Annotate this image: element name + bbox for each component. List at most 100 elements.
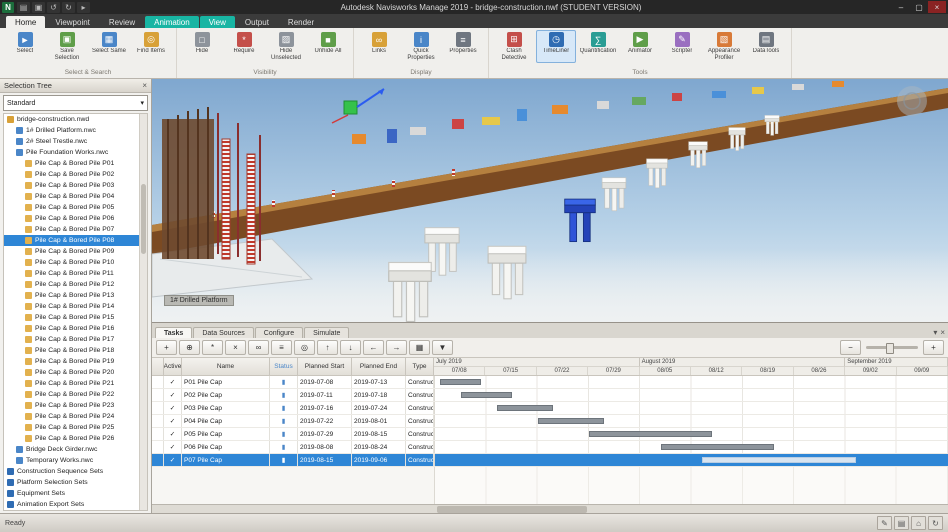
close-button[interactable]: × — [928, 1, 946, 13]
gantt-bar[interactable] — [538, 418, 605, 424]
tree-item[interactable]: Pile Foundation Works.nwc — [4, 147, 147, 158]
column-header-planned-start[interactable]: Planned Start — [298, 358, 352, 375]
tree-item[interactable]: Pile Cap & Bored Pile P07 — [4, 224, 147, 235]
column-header-name[interactable]: Name — [182, 358, 270, 375]
tree-item[interactable]: Platform Selection Sets — [4, 477, 147, 488]
task-row[interactable]: ✓ P02 Pile Cap ▮ 2019-07-11 2019-07-18 C… — [152, 389, 948, 402]
timeliner-tab[interactable]: Configure — [255, 327, 303, 338]
tree-item[interactable]: Pile Cap & Bored Pile P01 — [4, 158, 147, 169]
column-header-type[interactable]: Type — [406, 358, 434, 375]
tree-item[interactable]: Pile Cap & Bored Pile P08 — [4, 235, 147, 246]
zoom-in-button[interactable]: + — [923, 340, 944, 355]
quick-access-button[interactable]: ▤ — [17, 2, 30, 13]
task-row[interactable]: ✓ P05 Pile Cap ▮ 2019-07-29 2019-08-15 C… — [152, 428, 948, 441]
ribbon-button[interactable]: ▣ Save Selection — [47, 30, 87, 63]
gantt-bar[interactable] — [702, 457, 856, 463]
task-active-checkbox[interactable]: ✓ — [164, 441, 182, 453]
ribbon-button[interactable]: ◎ Find Items — [131, 30, 171, 63]
minimize-button[interactable]: – — [892, 1, 910, 13]
task-active-checkbox[interactable]: ✓ — [164, 454, 182, 466]
ribbon-button[interactable]: ≡ Properties — [443, 30, 483, 63]
tree-item[interactable]: Pile Cap & Bored Pile P13 — [4, 290, 147, 301]
ribbon-tab[interactable]: View — [200, 16, 235, 28]
ribbon-button[interactable]: ∞ Links — [359, 30, 399, 63]
quick-access-button[interactable]: ↺ — [47, 2, 60, 13]
quick-access-button[interactable]: ↻ — [62, 2, 75, 13]
quick-access-button[interactable]: ▣ — [32, 2, 45, 13]
tree-item[interactable]: Pile Cap & Bored Pile P12 — [4, 279, 147, 290]
ribbon-button[interactable]: i Quick Properties — [401, 30, 441, 63]
tree-item[interactable]: 2# Steel Trestle.nwc — [4, 136, 147, 147]
tree-item[interactable]: Pile Cap & Bored Pile P24 — [4, 411, 147, 422]
task-row[interactable]: ✓ P04 Pile Cap ▮ 2019-07-22 2019-08-01 C… — [152, 415, 948, 428]
task-row[interactable]: ✓ P07 Pile Cap ▮ 2019-08-15 2019-09-06 C… — [152, 454, 948, 467]
ribbon-tab[interactable]: Output — [236, 16, 278, 28]
ribbon-tab[interactable]: Render — [279, 16, 323, 28]
zoom-out-button[interactable]: − — [840, 340, 861, 355]
tree-item[interactable]: Pile Cap & Bored Pile P22 — [4, 389, 147, 400]
tree-item[interactable]: bridge-construction.nwd — [4, 114, 147, 125]
ribbon-button[interactable]: ▶ Animator — [620, 30, 660, 63]
task-active-checkbox[interactable]: ✓ — [164, 415, 182, 427]
gantt-bar[interactable] — [589, 431, 712, 437]
ribbon-button[interactable]: ∑ Quantification — [578, 30, 618, 63]
tree-item[interactable]: Pile Cap & Bored Pile P02 — [4, 169, 147, 180]
timeliner-tool-button[interactable]: ≡ — [271, 340, 292, 355]
panel-pin-icon[interactable]: ▾ — [933, 328, 937, 337]
timeliner-tool-button[interactable]: * — [202, 340, 223, 355]
task-active-checkbox[interactable]: ✓ — [164, 376, 182, 388]
tree-item[interactable]: Pile Cap & Bored Pile P20 — [4, 367, 147, 378]
tree-item[interactable]: Pile Cap & Bored Pile P14 — [4, 301, 147, 312]
tree-item[interactable]: Pile Cap & Bored Pile P10 — [4, 257, 147, 268]
ribbon-button[interactable]: ◷ TimeLiner — [536, 30, 576, 63]
column-header-active[interactable]: Active — [164, 358, 182, 375]
task-row[interactable]: ✓ P01 Pile Cap ▮ 2019-07-08 2019-07-13 C… — [152, 376, 948, 389]
task-row[interactable]: ✓ P03 Pile Cap ▮ 2019-07-16 2019-07-24 C… — [152, 402, 948, 415]
tree-item[interactable]: Pile Cap & Bored Pile P19 — [4, 356, 147, 367]
ribbon-button[interactable]: ✎ Scripter — [662, 30, 702, 63]
timeliner-tab[interactable]: Simulate — [304, 327, 349, 338]
tree-item[interactable]: Temporary Works.nwc — [4, 455, 147, 466]
task-active-checkbox[interactable]: ✓ — [164, 402, 182, 414]
gantt-zoom-slider[interactable] — [866, 346, 918, 349]
tree-item[interactable]: Pile Cap & Bored Pile P04 — [4, 191, 147, 202]
tree-item[interactable]: Pile Cap & Bored Pile P11 — [4, 268, 147, 279]
timeliner-tool-button[interactable]: ∞ — [248, 340, 269, 355]
tree-item[interactable]: Equipment Sets — [4, 488, 147, 499]
ribbon-button[interactable]: ▤ DataTools — [746, 30, 786, 63]
ribbon-tab[interactable]: Viewpoint — [46, 16, 99, 28]
maximize-button[interactable]: ▢ — [910, 1, 928, 13]
timeliner-tool-button[interactable]: ↓ — [340, 340, 361, 355]
tree-item[interactable]: Pile Cap & Bored Pile P03 — [4, 180, 147, 191]
status-indicator-icon[interactable]: ↻ — [928, 516, 943, 530]
tree-item[interactable]: 1# Drilled Platform.nwc — [4, 125, 147, 136]
column-header-status[interactable]: Status — [270, 358, 298, 375]
status-indicator-icon[interactable]: ⌂ — [911, 516, 926, 530]
timeliner-tab[interactable]: Tasks — [155, 327, 192, 338]
timeliner-tab[interactable]: Data Sources — [193, 327, 253, 338]
timeliner-tool-button[interactable]: ◎ — [294, 340, 315, 355]
gantt-bar[interactable] — [661, 444, 774, 450]
quick-access-button[interactable]: ▸ — [77, 2, 90, 13]
tree-item[interactable]: Pile Cap & Bored Pile P25 — [4, 422, 147, 433]
tree-item[interactable]: Pile Cap & Bored Pile P18 — [4, 345, 147, 356]
ribbon-button[interactable]: * Require — [224, 30, 264, 63]
tree-item[interactable]: Animation Export Sets — [4, 499, 147, 510]
tree-item[interactable]: Pile Cap & Bored Pile P17 — [4, 334, 147, 345]
timeliner-tool-button[interactable]: ↑ — [317, 340, 338, 355]
panel-close-icon[interactable]: × — [940, 328, 945, 337]
tree-item[interactable]: Pile Cap & Bored Pile P06 — [4, 213, 147, 224]
ribbon-button[interactable]: ► Select — [5, 30, 45, 63]
tree-mode-dropdown[interactable]: Standard ▾ — [3, 95, 148, 111]
ribbon-button[interactable]: ⊞ Clash Detective — [494, 30, 534, 63]
gantt-bar[interactable] — [440, 379, 481, 385]
tree-item[interactable]: Pile Cap & Bored Pile P09 — [4, 246, 147, 257]
gantt-bar[interactable] — [461, 392, 512, 398]
status-indicator-icon[interactable]: ✎ — [877, 516, 892, 530]
timeliner-tool-button[interactable]: → — [386, 340, 407, 355]
status-indicator-icon[interactable]: ▤ — [894, 516, 909, 530]
ribbon-tab[interactable]: Animation — [145, 16, 199, 28]
app-icon[interactable]: N — [2, 2, 14, 13]
ribbon-button[interactable]: ■ Unhide All — [308, 30, 348, 63]
ribbon-button[interactable]: ▧ Appearance Profiler — [704, 30, 744, 63]
